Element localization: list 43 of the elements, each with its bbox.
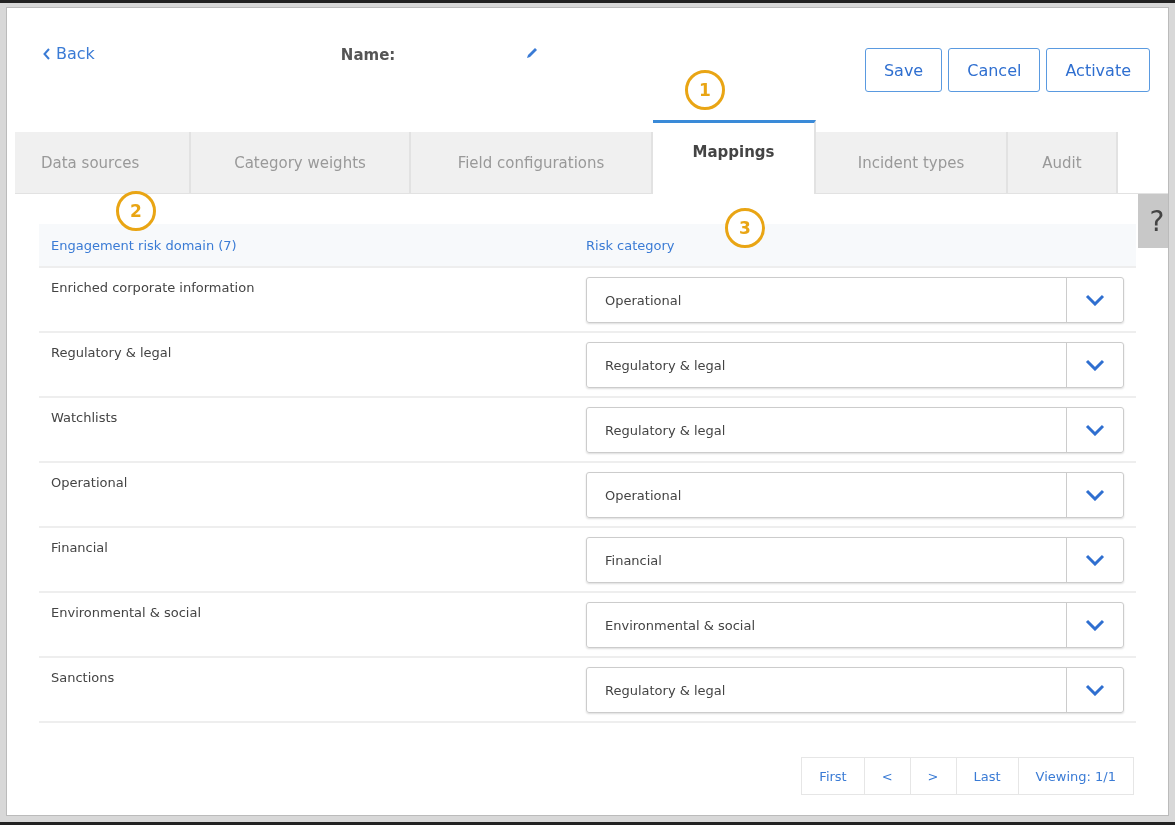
action-button[interactable]: Save	[864, 48, 943, 92]
chevron-down-icon	[1085, 554, 1105, 566]
help-tab[interactable]: ?	[1138, 194, 1168, 248]
name-label: Name:	[340, 46, 396, 64]
chevron-down-icon	[1085, 424, 1105, 436]
dropdown[interactable]: Environmental & social	[586, 602, 1124, 648]
table-cell-text: Financial	[50, 539, 109, 555]
dropdown[interactable]: Financial	[586, 537, 1124, 583]
first-page-button[interactable]: First	[801, 757, 865, 795]
table-cell-text: Sanctions	[50, 669, 116, 685]
tab[interactable]: Audit	[1008, 132, 1118, 194]
dropdown[interactable]: Regulatory & legal	[586, 342, 1124, 388]
tab[interactable]: Field configurations	[411, 132, 653, 194]
chevron-down-icon	[1085, 294, 1105, 306]
tab[interactable]: Incident types	[816, 132, 1008, 194]
next-page-button[interactable]: >	[909, 757, 957, 795]
dropdown[interactable]: Regulatory & legal	[586, 407, 1124, 453]
table-cell-text: Watchlists	[50, 409, 119, 425]
table-cell-text: Enriched corporate information	[50, 279, 256, 295]
table-cell-text: Operational	[50, 474, 129, 490]
tab[interactable]: Category weights	[191, 132, 411, 194]
last-page-button[interactable]: Last	[955, 757, 1019, 795]
action-button[interactable]: Activate	[1046, 48, 1150, 92]
chevron-down-icon	[1085, 684, 1105, 696]
tab[interactable]: Data sources	[15, 132, 191, 194]
previous-page-button[interactable]: <	[863, 757, 911, 795]
tab[interactable]: Mappings	[653, 120, 816, 194]
back-link[interactable]: Back	[43, 44, 95, 63]
edit-icon[interactable]	[525, 46, 540, 60]
dropdown[interactable]: Regulatory & legal	[586, 667, 1124, 713]
column-header[interactable]: Engagement risk domain (7)	[39, 237, 586, 253]
chevron-down-icon	[1085, 359, 1105, 371]
chevron-left-icon	[43, 47, 51, 60]
chevron-down-icon	[1085, 619, 1105, 631]
callout-number: 3	[725, 208, 765, 248]
callout-number: 1	[685, 70, 725, 110]
dropdown[interactable]: Operational	[586, 472, 1124, 518]
dropdown[interactable]: Operational	[586, 277, 1124, 323]
table-cell-text: Environmental & social	[50, 604, 203, 620]
chevron-down-icon	[1085, 489, 1105, 501]
page-indicator: Viewing: 1/1	[1017, 757, 1134, 795]
action-button[interactable]: Cancel	[948, 48, 1041, 92]
table-cell-text: Regulatory & legal	[50, 344, 173, 360]
